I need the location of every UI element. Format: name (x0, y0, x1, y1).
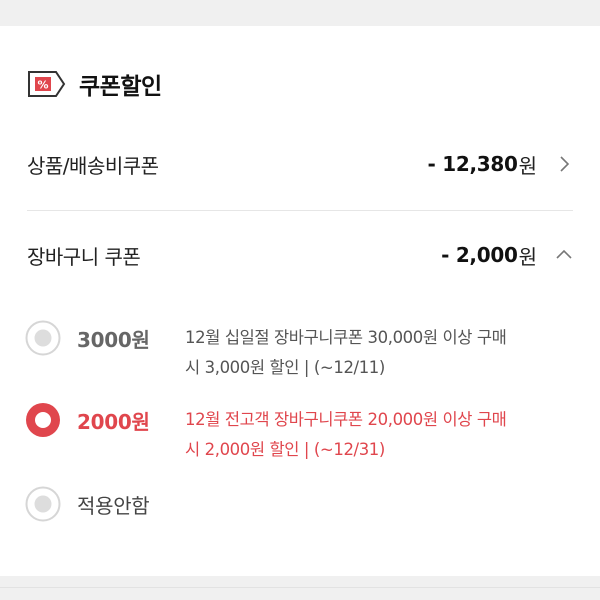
cart-coupon-label: 장바구니 쿠폰 (27, 244, 141, 269)
option-description: 12월 전고객 장바구니쿠폰 20,000원 이상 구매 시 2,000원 할인… (185, 405, 575, 465)
product-coupon-amount-group: - 12,380 원 (428, 150, 573, 179)
cart-coupon-row[interactable]: 장바구니 쿠폰 - 2,000 원 (27, 235, 573, 275)
chevron-up-icon[interactable] (555, 246, 573, 264)
cart-coupon-unit: 원 (518, 244, 537, 269)
radio-unselected-icon[interactable] (25, 486, 61, 522)
chevron-right-icon[interactable] (555, 155, 573, 173)
section-title: 쿠폰할인 (79, 74, 162, 100)
top-separator-band (0, 0, 600, 26)
cart-coupon-amount-group: - 2,000 원 (441, 241, 573, 270)
option-description-line: 시 3,000원 할인 | (~12/11) (185, 358, 385, 377)
option-label: 적용안함 (77, 494, 150, 518)
radio-unselected-icon[interactable] (25, 320, 61, 356)
option-label: 2000원 (77, 410, 150, 434)
option-description-line: 12월 전고객 장바구니쿠폰 20,000원 이상 구매 (185, 410, 507, 429)
svg-text:%: % (37, 79, 48, 92)
product-coupon-label: 상품/배송비쿠폰 (27, 153, 159, 178)
cart-coupon-amount: - 2,000 (441, 243, 518, 267)
row-divider (27, 210, 573, 211)
coupon-percent-icon: % (28, 71, 66, 97)
product-coupon-row[interactable]: 상품/배송비쿠폰 - 12,380 원 (27, 144, 573, 184)
product-coupon-amount: - 12,380 (427, 152, 518, 176)
product-coupon-unit: 원 (518, 153, 537, 178)
option-description-line: 12월 십일절 장바구니쿠폰 30,000원 이상 구매 (185, 328, 507, 347)
bottom-divider-line (0, 587, 600, 588)
option-description-line: 시 2,000원 할인 | (~12/31) (185, 440, 385, 459)
section-header: % 쿠폰할인 (27, 64, 162, 104)
option-label: 3000원 (77, 328, 150, 352)
option-description: 12월 십일절 장바구니쿠폰 30,000원 이상 구매 시 3,000원 할인… (185, 323, 575, 383)
bottom-separator-band (0, 576, 600, 600)
radio-selected-icon[interactable] (25, 402, 61, 438)
